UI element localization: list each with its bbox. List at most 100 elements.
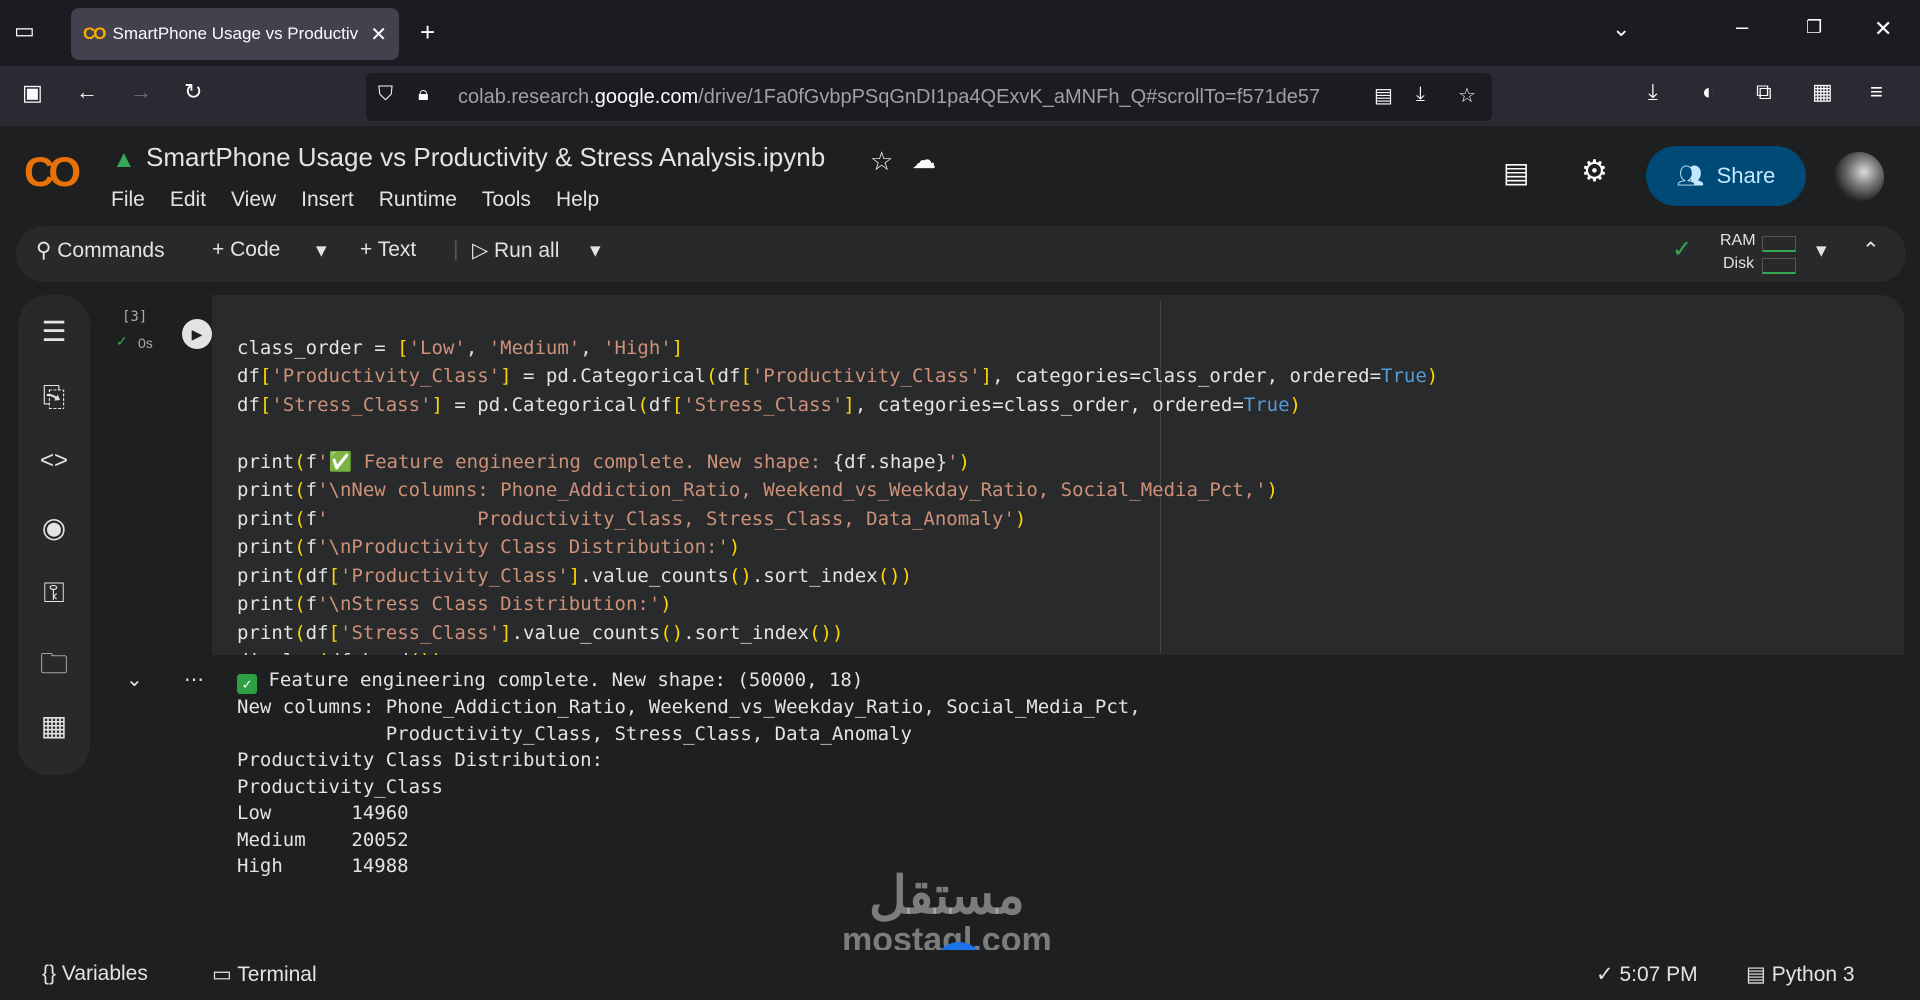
notebook-title[interactable]: SmartPhone Usage vs Productivity & Stres… xyxy=(146,142,825,173)
disk-label[interactable]: Disk xyxy=(1723,255,1754,273)
run-dropdown-icon[interactable]: ▾ xyxy=(590,238,601,263)
code-snippets-icon[interactable]: <> xyxy=(18,447,90,475)
chevron-down-icon[interactable]: ⌄ xyxy=(1612,16,1630,42)
close-window-icon[interactable]: ✕ xyxy=(1874,16,1892,42)
menu-bar: File Edit View Insert Runtime Tools Help xyxy=(111,188,599,212)
execution-count: [3] xyxy=(122,309,148,325)
run-cell-button[interactable]: ▶ xyxy=(182,319,212,349)
terminal-button[interactable]: ▭ Terminal xyxy=(212,962,317,987)
table-of-contents-icon[interactable]: ☰ xyxy=(18,315,90,348)
resources-dropdown-icon[interactable]: ▾ xyxy=(1816,238,1827,263)
status-bar: {} Variables ▭ Terminal ✓ 5:07 PM ▤ Pyth… xyxy=(0,950,1920,1000)
reader-view-icon[interactable]: ▤ xyxy=(1374,83,1393,108)
left-sidebar: ☰ ⎘ <> ◉ ⚿ 🗀 ▦ xyxy=(18,295,90,775)
play-icon: ▷ xyxy=(472,239,494,262)
restore-icon[interactable]: ❐ xyxy=(1806,17,1822,38)
commands-button[interactable]: ⚲ Commands xyxy=(36,238,165,263)
data-table-icon[interactable]: ▦ xyxy=(18,709,90,742)
back-icon[interactable]: ← xyxy=(76,79,98,105)
code-line: print(f'\nStress Class Distribution:') xyxy=(237,593,672,615)
check-mark-icon: ✓ xyxy=(237,674,257,694)
code-line: print(f'✅ Feature engineering complete. … xyxy=(237,450,970,473)
extension-icon[interactable]: ▦ xyxy=(1812,79,1833,105)
lock-icon[interactable]: 🔒︎ xyxy=(418,83,429,106)
navigation-bar: ▣ ← → ↻ ⛉ 🔒︎ colab.research.google.com/d… xyxy=(0,66,1920,126)
key-icon[interactable]: ⚿ xyxy=(18,577,90,610)
files-folder-icon[interactable]: 🗀 xyxy=(18,643,90,691)
share-button[interactable]: 👥︎ Share xyxy=(1646,146,1806,206)
cloud-save-icon[interactable]: ☁ xyxy=(912,146,936,175)
extensions-icon[interactable]: ⧉ xyxy=(1756,79,1772,105)
execution-status[interactable]: ✓ 5:07 PM xyxy=(1596,962,1698,987)
app-menu-icon[interactable]: ≡ xyxy=(1870,79,1883,105)
variables-button[interactable]: {} Variables xyxy=(42,962,148,986)
output-line: Productivity_Class, Stress_Class, Data_A… xyxy=(237,722,912,745)
code-cell[interactable]: [3] ✓ 0s ▶ ⌄ ⋯ class_order = ['Low', 'Me… xyxy=(102,295,1904,943)
output-line: Low 14960 xyxy=(237,802,409,824)
output-line: New columns: Phone_Addiction_Ratio, Week… xyxy=(237,696,1141,718)
search-icon: ⚲ xyxy=(36,239,58,262)
colab-header: CO ▲ SmartPhone Usage vs Productivity & … xyxy=(0,126,1920,226)
output-actions-icon[interactable]: ⋯ xyxy=(184,667,204,692)
collapse-output-icon[interactable]: ⌄ xyxy=(126,667,143,692)
sidebar-toggle-icon[interactable]: ▣ xyxy=(22,80,43,106)
drive-icon[interactable]: ▲ xyxy=(112,146,136,174)
output-line: ✓ Feature engineering complete. New shap… xyxy=(237,667,1141,694)
output-line: Productivity Class Distribution: xyxy=(237,749,604,771)
url-text[interactable]: colab.research.google.com/drive/1Fa0fGvb… xyxy=(458,86,1320,109)
menu-edit[interactable]: Edit xyxy=(170,188,206,212)
code-line: class_order = ['Low', 'Medium', 'High'] xyxy=(237,336,684,359)
browser-tab-bar: ▭ CO SmartPhone Usage vs Productiv ✕ + ⌄… xyxy=(0,0,1920,66)
tab-overview-icon[interactable]: ▭ xyxy=(14,18,35,44)
code-line: print(df['Stress_Class'].value_counts().… xyxy=(237,621,844,644)
colab-favicon-icon: CO xyxy=(83,24,106,43)
save-page-icon[interactable]: ⤓ xyxy=(1416,83,1425,106)
ram-meter[interactable] xyxy=(1762,236,1796,252)
forward-icon[interactable]: → xyxy=(130,79,152,105)
add-code-button[interactable]: + Code xyxy=(212,238,280,262)
notebook-toolbar: ⚲ Commands + Code ▾ + Text | ▷ Run all ▾… xyxy=(16,226,1906,282)
shield-icon[interactable]: ⛉ xyxy=(378,83,393,106)
avatar[interactable] xyxy=(1834,152,1884,202)
profile-icon[interactable]: ◐ xyxy=(1702,79,1715,105)
star-icon[interactable]: ☆ xyxy=(870,146,893,177)
browser-tab[interactable]: CO SmartPhone Usage vs Productiv ✕ xyxy=(71,8,399,60)
url-bar[interactable]: ⛉ 🔒︎ colab.research.google.com/drive/1Fa… xyxy=(366,73,1492,121)
secrets-eye-icon[interactable]: ◉ xyxy=(18,511,90,544)
run-all-button[interactable]: ▷ Run all xyxy=(472,238,559,263)
minimize-icon[interactable]: – xyxy=(1736,14,1748,40)
connected-check-icon: ✓ xyxy=(1672,236,1693,263)
new-tab-icon[interactable]: + xyxy=(420,17,435,48)
check-icon: ✓ xyxy=(1596,963,1620,986)
add-text-button[interactable]: + Text xyxy=(360,238,416,262)
menu-help[interactable]: Help xyxy=(556,188,599,212)
execution-time: 0s xyxy=(138,335,153,351)
code-dropdown-icon[interactable]: ▾ xyxy=(316,238,327,263)
reload-icon[interactable]: ↻ xyxy=(184,79,202,105)
downloads-icon[interactable]: ⤓ xyxy=(1648,79,1658,105)
cell-gutter: [3] ✓ 0s ▶ ⌄ ⋯ xyxy=(102,295,212,943)
settings-gear-icon[interactable]: ⚙ xyxy=(1581,154,1608,189)
toolbar-divider: | xyxy=(453,238,459,261)
bookmark-star-icon[interactable]: ☆ xyxy=(1458,83,1476,108)
code-line: print(df['Productivity_Class'].value_cou… xyxy=(237,564,913,587)
code-line: print(f'\nProductivity Class Distributio… xyxy=(237,536,741,558)
close-tab-icon[interactable]: ✕ xyxy=(370,22,387,47)
success-check-icon: ✓ xyxy=(116,333,128,349)
ram-label[interactable]: RAM xyxy=(1720,232,1756,250)
output-line: Medium 20052 xyxy=(237,828,409,851)
output-line: Productivity_Class xyxy=(237,775,443,798)
comments-icon[interactable]: ▤ xyxy=(1503,156,1529,189)
disk-meter[interactable] xyxy=(1762,258,1796,274)
menu-insert[interactable]: Insert xyxy=(301,188,354,212)
menu-tools[interactable]: Tools xyxy=(482,188,531,212)
menu-file[interactable]: File xyxy=(111,188,145,212)
collapse-toolbar-icon[interactable]: ⌃ xyxy=(1862,238,1880,263)
cell-output: ✓ Feature engineering complete. New shap… xyxy=(212,655,1904,943)
menu-runtime[interactable]: Runtime xyxy=(379,188,457,212)
find-replace-icon[interactable]: ⎘ xyxy=(18,381,90,414)
colab-logo[interactable]: CO xyxy=(24,148,81,196)
kernel-status[interactable]: ▤ Python 3 xyxy=(1746,962,1855,987)
menu-view[interactable]: View xyxy=(231,188,276,212)
